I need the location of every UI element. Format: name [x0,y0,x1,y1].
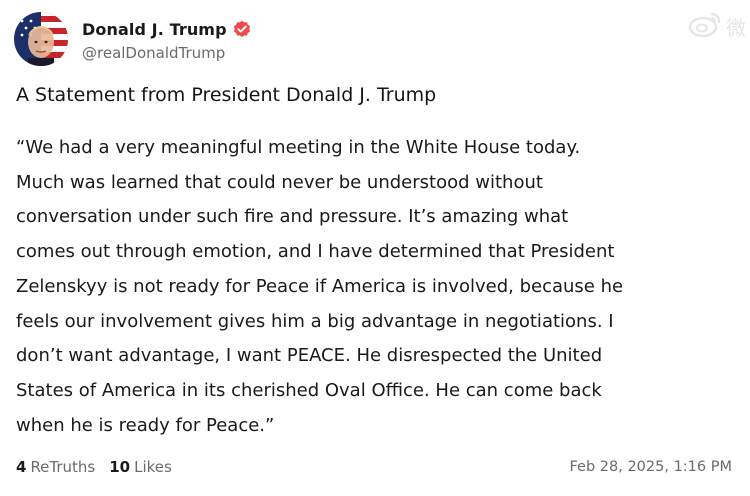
post-header: Donald J. Trump @realDonaldTrump [14,12,251,66]
retruths-count: 4 [16,458,27,476]
author-display-name[interactable]: Donald J. Trump [82,20,227,39]
weibo-watermark: 微 [688,10,746,42]
post-body-line: “We had a very meaningful meeting in the… [16,137,581,158]
watermark-text: 微 [726,15,746,40]
author-identity: Donald J. Trump @realDonaldTrump [82,16,251,62]
author-name-row: Donald J. Trump [82,16,251,42]
post-footer: 4 ReTruths 10 Likes Feb 28, 2025, 1:16 P… [16,458,732,476]
weibo-logo-icon [688,10,722,42]
retruths-stat[interactable]: 4 ReTruths [16,458,95,476]
author-handle[interactable]: @realDonaldTrump [82,44,251,62]
post-body-line: Much was learned that could never be und… [16,171,543,193]
post-body-line: comes out through emotion, and I have de… [16,241,615,263]
verified-badge-icon [233,20,251,38]
post-body-line: feels our involvement gives him a big ad… [16,310,614,332]
post-stats: 4 ReTruths 10 Likes [16,458,186,476]
post-body-line: don’t want advantage, I want PEACE. He d… [16,345,603,367]
post-body-line: conversation under such fire and pressur… [16,206,569,228]
avatar-image [14,12,68,66]
post-body-line: when he is ready for Peace.” [16,414,275,436]
likes-count: 10 [109,458,131,476]
post-body-line: States of America in its cherished Oval … [16,379,602,401]
likes-stat[interactable]: 10 Likes [109,458,172,476]
likes-label: Likes [134,458,172,476]
truth-social-post: Donald J. Trump @realDonaldTrump 微 A Sta… [0,0,750,496]
post-body: “We had a very meaningful meeting in the… [16,131,741,443]
avatar[interactable] [14,12,68,66]
retruths-label: ReTruths [30,458,96,476]
post-body-line: Zelenskyy is not ready for Peace if Amer… [16,275,624,297]
post-timestamp[interactable]: Feb 28, 2025, 1:16 PM [570,459,733,475]
post-headline: A Statement from President Donald J. Tru… [16,84,437,106]
